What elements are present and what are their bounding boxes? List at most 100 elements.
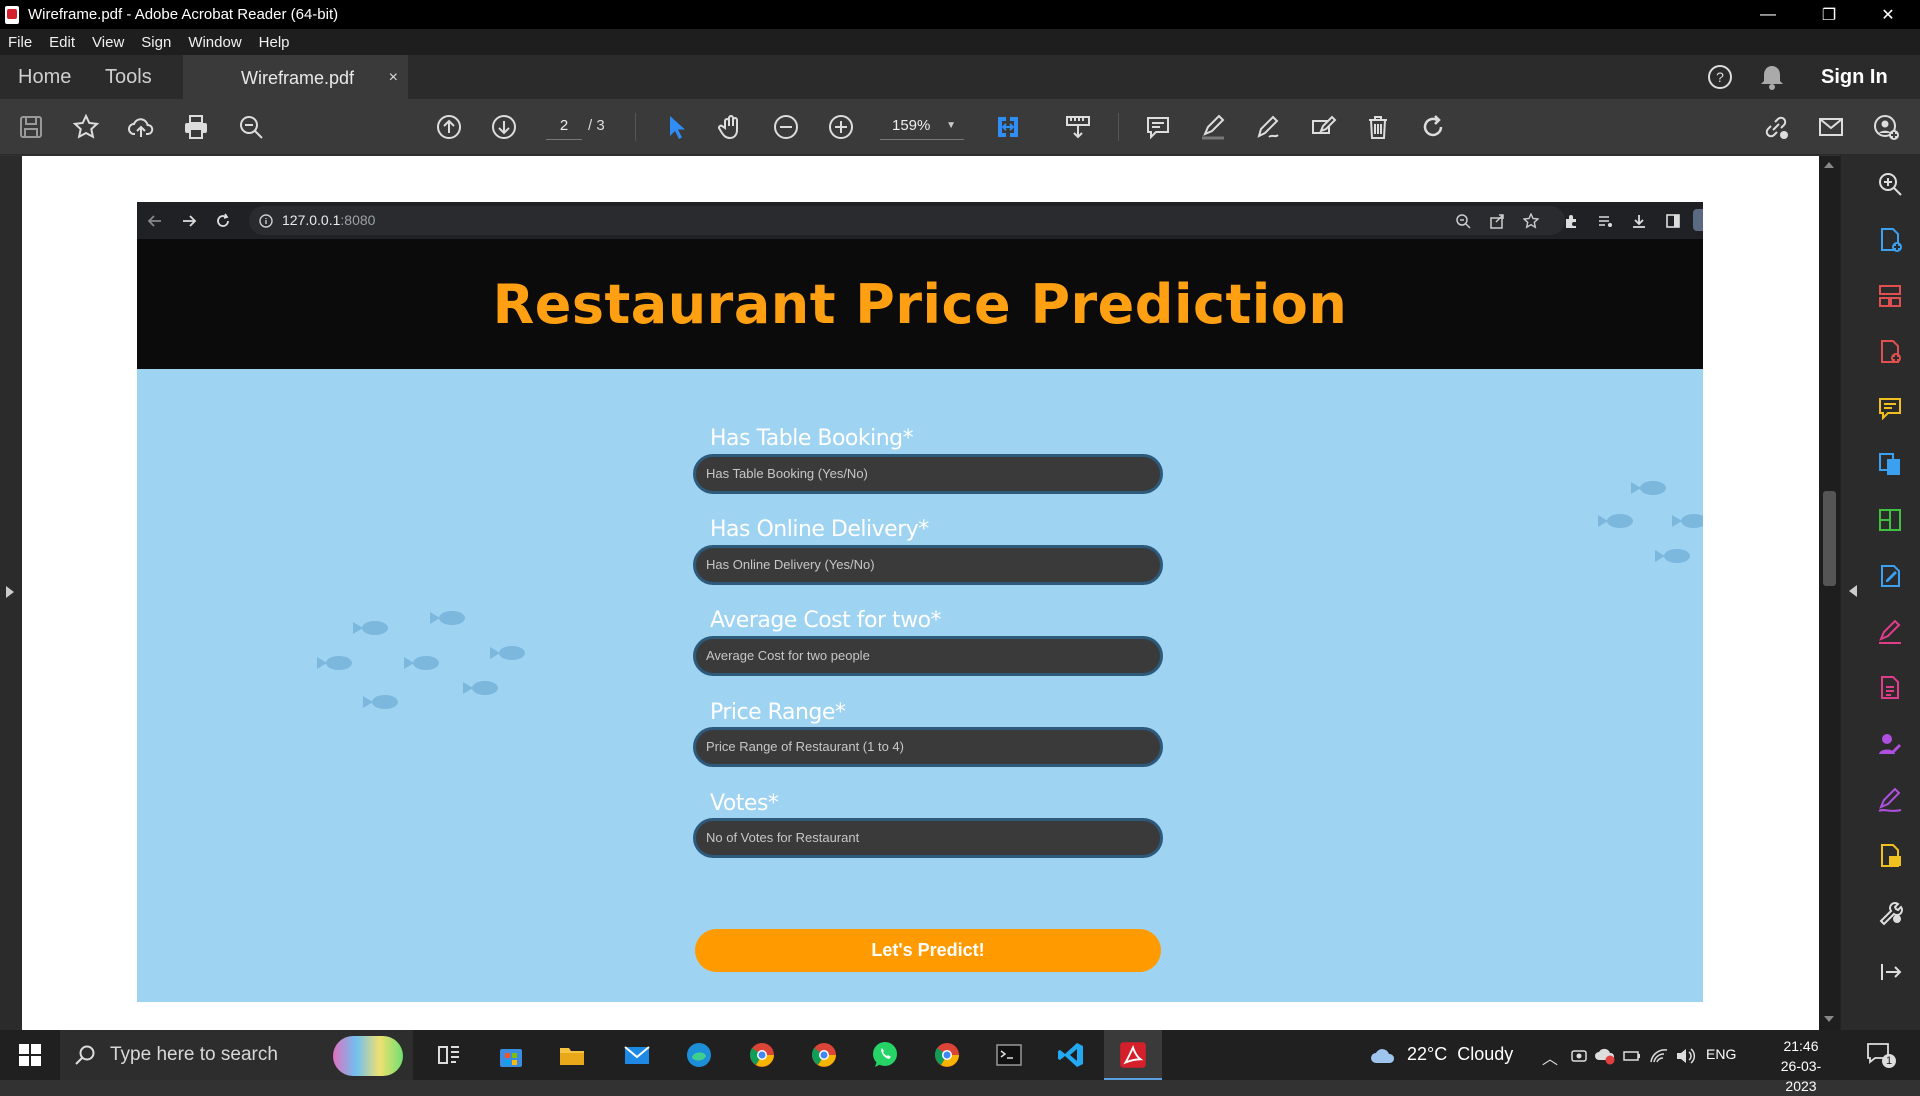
search-zoom-icon[interactable] [1875,169,1905,199]
input-table-booking: Has Table Booking (Yes/No) [693,454,1163,494]
scroll-up-icon[interactable] [1824,162,1834,168]
rotate-icon[interactable] [1417,111,1449,143]
tab-document[interactable]: Wireframe.pdf × [183,55,408,99]
task-view-icon[interactable] [433,1039,465,1071]
chrome-profile-icon[interactable] [746,1039,778,1071]
toolbar: 2 / 3 159% ▼ [0,99,1920,155]
chrome-alt-profile-icon[interactable] [931,1039,963,1071]
bell-icon[interactable] [1759,55,1785,99]
comment-rail-icon[interactable] [1875,393,1905,423]
close-window-button[interactable]: ✕ [1865,0,1911,29]
speaker-icon[interactable] [1674,1046,1696,1066]
search-icon [75,1045,95,1065]
menu-view[interactable]: View [92,34,124,51]
edit-pdf-icon[interactable] [1875,561,1905,591]
print-icon[interactable] [180,111,212,143]
tab-close-icon[interactable]: × [389,69,398,87]
add-user-icon[interactable] [1870,111,1902,143]
scroll-down-icon[interactable] [1824,1016,1834,1022]
help-icon[interactable]: ? [1706,55,1734,99]
pdf-page: 127.0.0.1:8080 Restaurant Price Predicti… [22,156,1819,1030]
highlight-pen-icon[interactable] [1197,111,1229,143]
sign-in-button[interactable]: Sign In [1821,55,1888,99]
menu-bar: File Edit View Sign Window Help [0,29,1920,55]
zoom-level: 159% [892,117,931,134]
star-icon[interactable] [70,111,102,143]
windows-start-icon[interactable] [14,1039,46,1071]
prepare-form-icon[interactable] [1875,841,1905,871]
predict-button: Let's Predict! [695,929,1161,972]
wifi-icon[interactable] [1649,1046,1669,1066]
convert-pdf-icon[interactable] [1875,449,1905,479]
toolbar-divider [1118,113,1119,141]
onedrive-error-icon[interactable] [1594,1046,1616,1066]
tab-home[interactable]: Home [18,55,71,99]
upload-cloud-icon[interactable] [125,111,157,143]
protect-document-icon[interactable] [1875,673,1905,703]
edge-browser-icon[interactable] [683,1039,715,1071]
taskbar-search-box[interactable]: Type here to search [60,1030,413,1080]
weather-text[interactable]: 22°C Cloudy [1407,1044,1513,1065]
menu-window[interactable]: Window [188,34,241,51]
windows-taskbar: Type here to search 22°C Cloudy ︿ ENG 21… [0,1030,1920,1094]
select-cursor-icon[interactable] [660,111,692,143]
organize-pages-icon[interactable] [1875,281,1905,311]
draw-pen-icon[interactable] [1252,111,1284,143]
edit-text-icon[interactable] [1307,111,1339,143]
hand-tool-icon[interactable] [715,111,747,143]
scroll-mode-icon[interactable] [1062,111,1094,143]
comment-icon[interactable] [1142,111,1174,143]
whatsapp-icon[interactable] [869,1039,901,1071]
taskbar-acrobat-active[interactable] [1104,1030,1162,1080]
battery-icon[interactable] [1622,1047,1642,1065]
menu-sign[interactable]: Sign [141,34,171,51]
collapse-rail-icon[interactable] [1849,585,1857,597]
terminal-icon[interactable] [993,1039,1025,1071]
file-explorer-icon[interactable] [556,1039,588,1071]
language-indicator[interactable]: ENG [1706,1046,1736,1062]
vscode-icon[interactable] [1055,1039,1087,1071]
restore-button[interactable]: ❐ [1806,0,1852,29]
next-page-icon[interactable] [488,111,520,143]
zoom-out-icon[interactable] [770,111,802,143]
tab-document-label: Wireframe.pdf [241,67,355,88]
save-icon[interactable] [15,111,47,143]
tab-tools[interactable]: Tools [105,55,152,99]
document-viewport[interactable]: 127.0.0.1:8080 Restaurant Price Predicti… [0,156,1840,1030]
vertical-scrollbar[interactable] [1819,156,1840,1030]
collapse-panel-icon[interactable] [1875,957,1905,987]
menu-edit[interactable]: Edit [49,34,75,51]
left-panel-toggle[interactable] [0,156,22,1030]
zoom-level-select[interactable]: 159% ▼ [880,112,964,140]
minimize-button[interactable]: — [1745,0,1791,29]
svg-text:?: ? [1716,69,1724,85]
share-link-icon[interactable] [1760,111,1792,143]
trash-icon[interactable] [1362,111,1394,143]
chrome-icon[interactable] [808,1039,840,1071]
sign-pen-icon[interactable] [1875,785,1905,815]
label-average-cost: Average Cost for two* [710,608,942,633]
menu-help[interactable]: Help [259,34,290,51]
create-pdf-icon[interactable] [1875,225,1905,255]
tools-right-rail [1840,155,1920,1030]
scan-ocr-icon[interactable] [1875,505,1905,535]
more-tools-icon[interactable] [1875,897,1905,927]
chevron-up-icon[interactable]: ︿ [1542,1045,1558,1069]
request-signature-icon[interactable] [1875,729,1905,759]
zoom-search-icon[interactable] [235,111,267,143]
notification-center-icon[interactable]: 1 [1866,1042,1896,1068]
camera-icon[interactable] [1570,1047,1588,1065]
menu-file[interactable]: File [8,34,32,51]
mail-icon[interactable] [621,1039,653,1071]
fill-sign-icon[interactable] [1875,617,1905,647]
clock-date: 26-03-2023 [1780,1058,1822,1094]
previous-page-icon[interactable] [433,111,465,143]
zoom-in-icon[interactable] [825,111,857,143]
page-number-input[interactable]: 2 [546,112,582,140]
fit-page-icon[interactable] [992,111,1024,143]
microsoft-store-icon[interactable] [495,1039,527,1071]
scrollbar-thumb[interactable] [1823,491,1836,586]
email-icon[interactable] [1815,111,1847,143]
clock[interactable]: 21:46 26-03-2023 [1766,1036,1836,1096]
export-pdf-icon[interactable] [1875,337,1905,367]
